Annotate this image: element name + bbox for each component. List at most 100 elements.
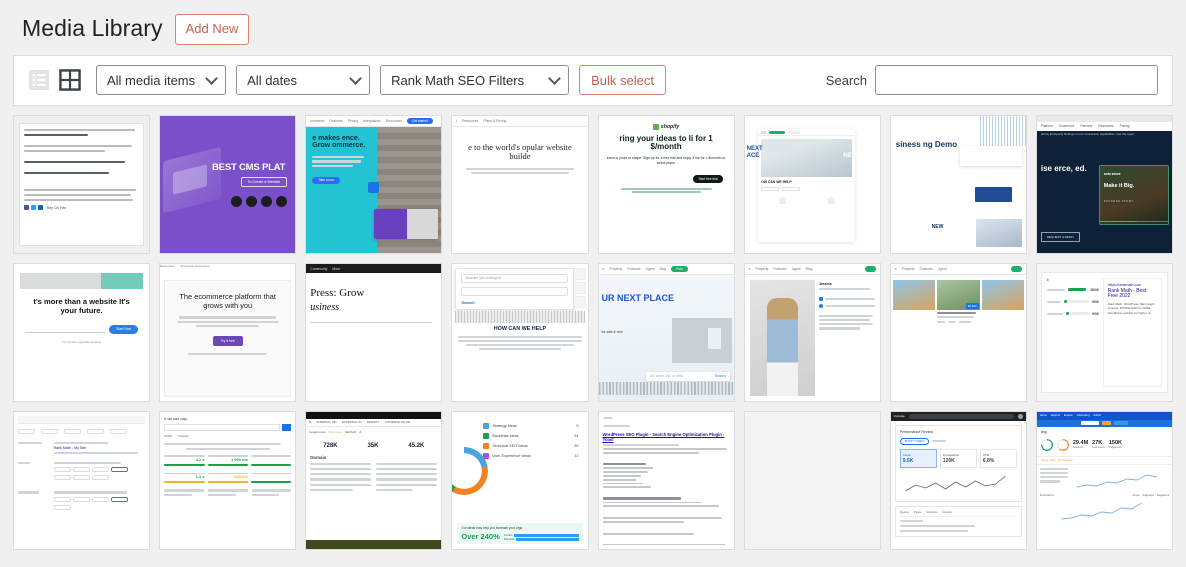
search-input[interactable] [875, 65, 1158, 95]
media-item-overlay: NEW REAL [843, 152, 878, 160]
media-item-nav-3: Agent [791, 266, 801, 271]
media-item[interactable]: what are you looking for Search HOW CAN … [451, 262, 589, 402]
media-item-tab-1: INTERNAL 181 [316, 420, 337, 425]
media-item-cta: REQUEST A DEMO [1040, 231, 1080, 242]
media-item-cta: Take a tour [312, 176, 341, 184]
media-item-heading: ring your ideas to li for 1 $/month [619, 133, 713, 152]
idea-label-4: User Experience Ideas [492, 453, 531, 458]
media-item-score-2: 9/39 [1092, 299, 1099, 304]
media-item-video-brand: solo stove [1103, 171, 1121, 176]
bulk-select-button[interactable]: Bulk select [579, 65, 667, 95]
media-item[interactable] [743, 410, 881, 550]
media-item-score-3: 9/39 [1092, 311, 1099, 316]
media-item-nav-1: Resources [160, 263, 175, 268]
media-item-nav-3: Agent [937, 266, 947, 271]
media-item-brand: shopify [660, 123, 680, 130]
view-mode-switch [28, 69, 81, 91]
media-item-big-stat: Over 240% [461, 531, 500, 541]
media-item[interactable]: siness ng Demo NEW [889, 114, 1027, 254]
performance-line-chart [905, 475, 1006, 492]
media-item-nav-4: Blog [659, 266, 667, 271]
media-item[interactable]: e Property Features Agent $2,500 [889, 262, 1027, 402]
media-item[interactable]: OW CAN WE HELP NEXT ACE NEW REAL [743, 114, 881, 254]
media-item[interactable]: Resources Enterprise Commerce The ecomme… [159, 262, 297, 402]
rank-math-seo-filter[interactable]: Rank Math SEO Filters [380, 65, 570, 95]
media-item-panel-heading: OW CAN WE HELP [761, 180, 792, 185]
analytics-line-chart-1 [1077, 474, 1158, 488]
media-item-cta: Start Now [109, 324, 139, 334]
media-item[interactable]: Bếp Chị Hân [13, 114, 151, 254]
media-item-heading: e makes ence. Grow ommerce. [312, 134, 366, 150]
media-item-heading: The ecommerce platform that grows with y… [179, 291, 276, 310]
media-item-metric-1: 4.1 s [195, 456, 205, 462]
media-item-serp-url: https://rankmath.com [1107, 282, 1142, 287]
media-item[interactable]: Console Performance Review BOOST VISIBLE… [889, 410, 1027, 550]
media-item-chip: BOOST VISIBLE [899, 437, 930, 445]
media-item-badge: NEW [920, 210, 955, 245]
idea-value-3: 20 [574, 443, 579, 448]
media-item-nav-1: Property [755, 266, 769, 271]
media-item-nav-cta: Get started [407, 117, 433, 124]
media-item-heading: e to the world's opular website builde [468, 141, 572, 162]
media-item-nav-2: Enterprise Commerce [180, 263, 210, 268]
media-item-caption: Bếp Chị Hân [47, 205, 67, 210]
media-item[interactable]: e Property Features Agent Blog Jessica [743, 262, 881, 402]
media-item[interactable]: WordPress SEO Plugin - Search Engine Opt… [597, 410, 735, 550]
media-item-metric-3: 1.3 s [195, 474, 205, 480]
rank-math-seo-filter-value: Rank Math SEO Filters [391, 72, 525, 88]
grid-view-icon[interactable] [59, 69, 81, 91]
media-item-heading: BEST CMS PLAT [212, 161, 286, 173]
add-new-button[interactable]: Add New [174, 14, 250, 45]
kpi-label-2: Impressions [942, 452, 959, 457]
media-item-cta: Start free trial [693, 174, 723, 183]
media-item-nav-2: Features [919, 266, 933, 271]
search-area: Search [826, 65, 1158, 95]
media-item-nav-2: Features [773, 266, 787, 271]
media-item-side-line-2: ACE [746, 153, 760, 160]
kpi-label-3: Pageviews [1108, 446, 1122, 450]
media-grid: Bếp Chị Hân BEST CMS PLAT To Create a We… [13, 114, 1173, 550]
media-item[interactable]: Platform Commerce Partners Resources Pricing… [1035, 114, 1173, 254]
media-type-filter[interactable]: All media items [96, 65, 227, 95]
media-item[interactable]: BEST CMS PLAT To Create a Website [159, 114, 297, 254]
media-item-heading: HOW CAN WE HELP [493, 325, 547, 332]
media-item[interactable]: Community More Press: Grow usiness [305, 262, 443, 402]
legend-potential: Potential [503, 537, 514, 541]
media-item-subheading: for sale & rent [601, 330, 623, 335]
media-item[interactable]: n tại cao cấp Mobile Desktop 4.1 s 1 900 … [159, 410, 297, 550]
media-item-tab-4: COMPARE VALUE [384, 420, 411, 425]
media-type-filter-value: All media items [107, 72, 196, 88]
media-item-search-label: Search [461, 299, 475, 305]
idea-value-1: 9 [576, 423, 579, 428]
date-filter[interactable]: All dates [236, 65, 371, 95]
media-item-serp-title: Rank Math - Best Free 2022 [1107, 287, 1147, 300]
media-item-cta: Try it free [212, 335, 243, 346]
media-item[interactable]: B INTERNAL 181 EXTERNAL 21 DENSITY COMPA… [305, 410, 443, 550]
kpi-label-3: CTR [982, 452, 990, 457]
media-library-page: Media Library Add New All media items Al… [0, 0, 1186, 567]
idea-value-4: 12 [574, 453, 579, 458]
media-item[interactable]: b 38/39 9/39 9/39 https://rankmath.com R… [1035, 262, 1173, 402]
idea-label-3: Technical SEO Ideas [492, 443, 528, 448]
kpi-label-1: Sessions [1072, 446, 1084, 450]
media-item[interactable]: Home Reports Explore Advertising Admin ting … [1035, 410, 1173, 550]
media-item-link: WordPress SEO Plugin - Search Engine Opt… [602, 432, 725, 443]
media-item-nav-2: Features [627, 266, 641, 271]
media-item[interactable]: shopify ring your ideas to li for 1 $/mo… [597, 114, 735, 254]
search-label: Search [825, 72, 867, 88]
media-item[interactable]: t's more than a website It's your future… [13, 262, 151, 402]
media-item[interactable]: ommerce Features Pricing Integrations Resour… [305, 114, 443, 254]
media-item-subheading: Try it's free. Upgrade anytime [61, 339, 102, 344]
kpi-value-3: 6.8% [982, 457, 995, 464]
media-item[interactable]: Strategy Ideas 9 Backlinks Ideas 24 Tech… [451, 410, 589, 550]
media-item-side-line-1: NEXT [746, 145, 763, 152]
media-item-name: Jessica [818, 281, 832, 286]
media-item[interactable]: e Property Features Agent Blog Post UR N… [597, 262, 735, 402]
idea-value-2: 24 [574, 433, 579, 438]
media-item[interactable]: l Resources Plans & Pricing e to the world… [451, 114, 589, 254]
list-view-icon[interactable] [28, 69, 50, 91]
media-item-heading: ise erce, ed. [1040, 163, 1087, 173]
media-item-heading: Press: Grow [310, 286, 365, 299]
media-item-heading: siness ng Demo [895, 140, 958, 150]
media-item[interactable]: Rank Math - My Site [13, 410, 151, 550]
